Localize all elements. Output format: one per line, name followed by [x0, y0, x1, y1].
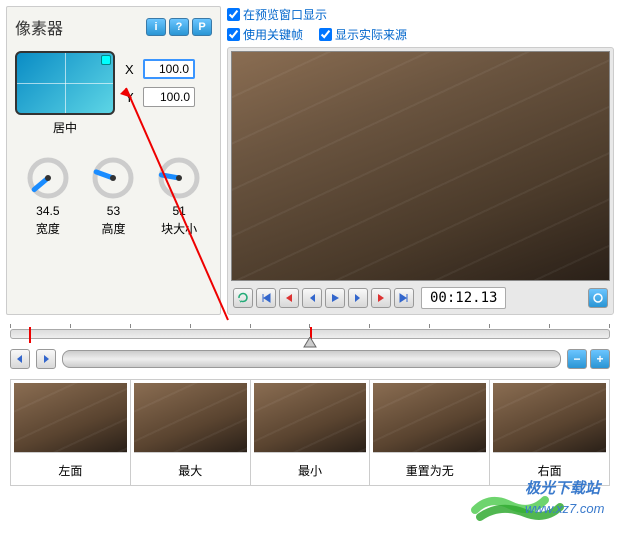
blocksize-label: 块大小	[157, 220, 201, 237]
step-back-button[interactable]	[302, 288, 322, 308]
zoom-in-button[interactable]: +	[590, 349, 610, 369]
zoom-out-button[interactable]: −	[567, 349, 587, 369]
timeline[interactable]	[10, 329, 610, 339]
thumbnail-right[interactable]: 右面	[490, 380, 609, 485]
pixelator-panel: 像素器 i ? P 居中 X Y	[6, 6, 221, 315]
svg-text:www.xz7.com: www.xz7.com	[525, 501, 605, 516]
height-knob[interactable]	[91, 156, 135, 200]
position-preview[interactable]	[15, 51, 115, 115]
show-actual-checkbox[interactable]: 显示实际来源	[319, 26, 407, 43]
play-button[interactable]	[325, 288, 345, 308]
step-forward-button[interactable]	[348, 288, 368, 308]
center-label: 居中	[15, 119, 115, 136]
blocksize-value: 51	[157, 204, 201, 218]
panel-title: 像素器	[15, 15, 63, 39]
svg-text:极光下载站: 极光下载站	[525, 480, 603, 497]
scroll-left-button[interactable]	[10, 349, 30, 369]
timeline-marker-start[interactable]	[29, 327, 31, 343]
timecode-display: 00:12.13	[421, 287, 506, 309]
watermark: 极光下载站 www.xz7.com	[470, 475, 610, 528]
thumbnail-left[interactable]: 左面	[11, 380, 131, 485]
use-keyframe-checkbox[interactable]: 使用关键帧	[227, 26, 303, 43]
timeline-playhead[interactable]	[302, 337, 318, 356]
loop-button[interactable]	[233, 288, 253, 308]
thumbnail-strip: 左面 最大 最小 重置为无 右面	[10, 379, 610, 486]
scroll-right-button[interactable]	[36, 349, 56, 369]
width-label: 宽度	[26, 220, 70, 237]
thumbnail-reset[interactable]: 重置为无	[370, 380, 490, 485]
next-frame-button[interactable]	[371, 288, 391, 308]
help-button[interactable]: ?	[169, 18, 189, 36]
preview-display-checkbox[interactable]: 在预览窗口显示	[227, 6, 327, 23]
x-input[interactable]	[143, 59, 195, 79]
position-marker[interactable]	[101, 55, 111, 65]
goto-end-button[interactable]	[394, 288, 414, 308]
height-value: 53	[91, 204, 135, 218]
thumbnail-max[interactable]: 最大	[131, 380, 251, 485]
blocksize-knob[interactable]	[157, 156, 201, 200]
x-label: X	[125, 62, 137, 77]
thumbnail-min[interactable]: 最小	[251, 380, 371, 485]
y-input[interactable]	[143, 87, 195, 107]
width-knob[interactable]	[26, 156, 70, 200]
info-button[interactable]: i	[146, 18, 166, 36]
y-label: Y	[125, 90, 137, 105]
height-label: 高度	[91, 220, 135, 237]
preview-image	[231, 51, 610, 281]
settings-button[interactable]	[588, 288, 608, 308]
prev-frame-button[interactable]	[279, 288, 299, 308]
preset-button[interactable]: P	[192, 18, 212, 36]
goto-start-button[interactable]	[256, 288, 276, 308]
width-value: 34.5	[26, 204, 70, 218]
